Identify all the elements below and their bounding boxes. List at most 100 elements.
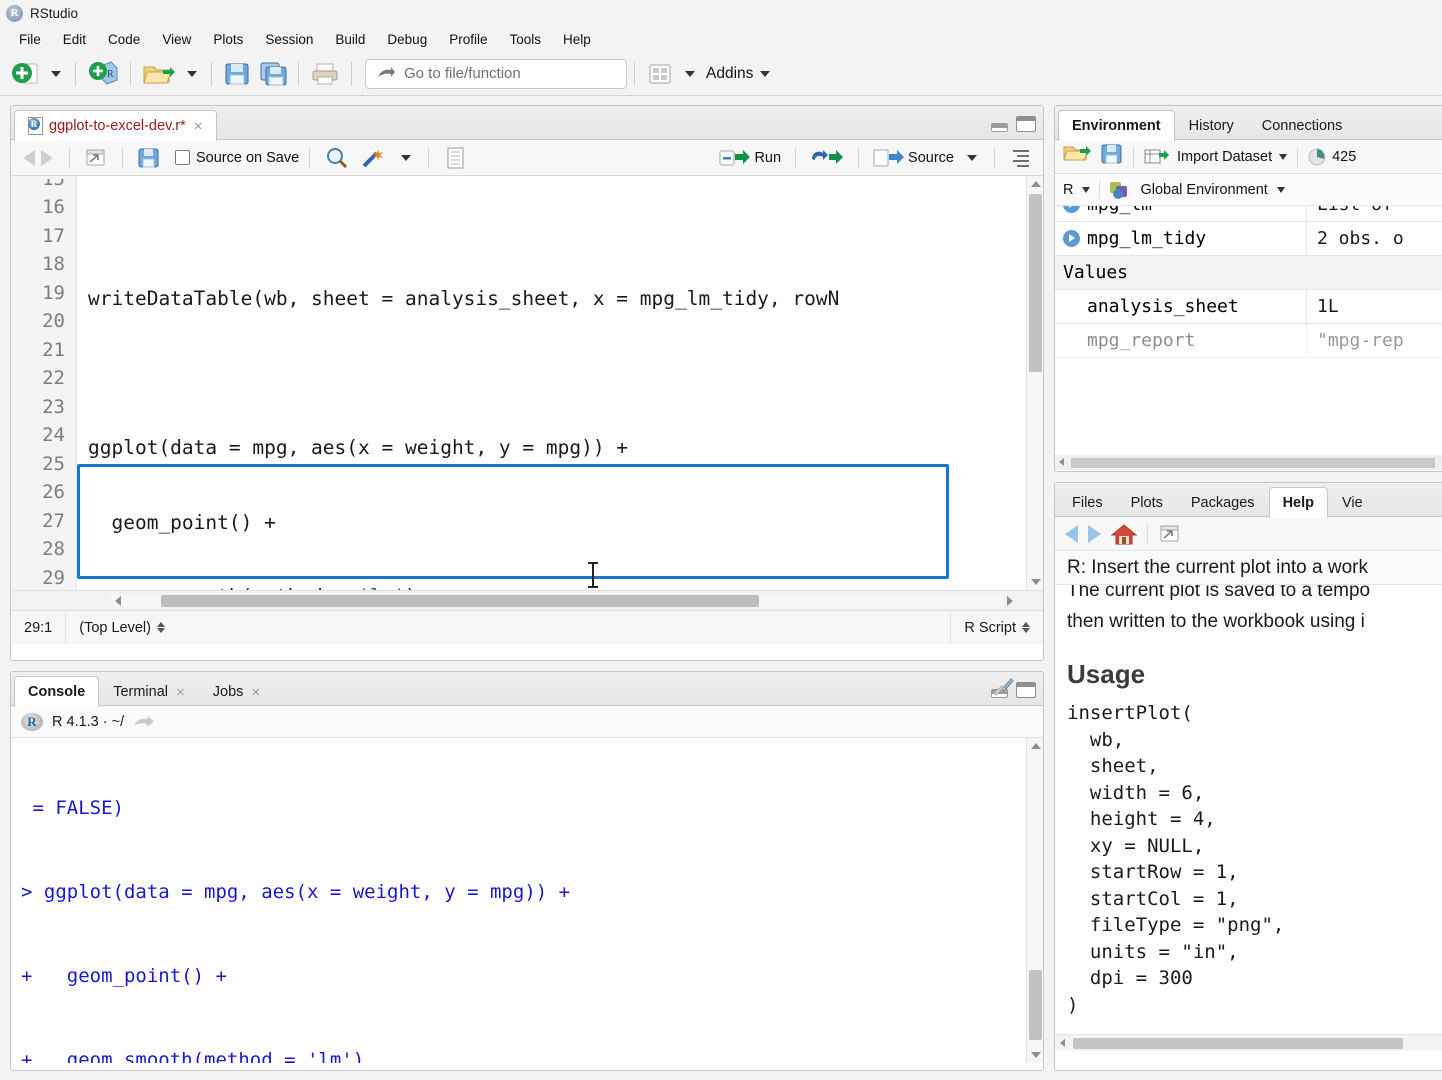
editor-horizontal-scrollbar[interactable]	[11, 590, 1043, 610]
chevron-down-icon[interactable]	[1279, 153, 1288, 160]
menu-file[interactable]: File	[8, 29, 52, 50]
menu-plots[interactable]: Plots	[202, 29, 254, 50]
row-name-cell[interactable]: mpg_report	[1055, 324, 1307, 357]
code-tools-button[interactable]	[356, 141, 392, 175]
home-icon[interactable]	[1111, 523, 1137, 545]
code-tools-dropdown-icon[interactable]	[401, 154, 412, 161]
close-icon[interactable]: ×	[251, 685, 260, 700]
load-workspace-button[interactable]	[1063, 143, 1091, 170]
chevron-down-icon[interactable]	[1276, 186, 1285, 193]
open-file-button[interactable]	[138, 57, 180, 91]
import-dataset-button[interactable]: Import Dataset	[1144, 147, 1288, 167]
row-name-cell[interactable]: analysis_sheet	[1055, 290, 1307, 323]
find-replace-button[interactable]	[320, 141, 354, 175]
rerun-button[interactable]	[806, 141, 848, 175]
row-name-cell[interactable]: mpg_lm_tidy	[1055, 222, 1307, 255]
filetype-selector[interactable]: R Script	[951, 611, 1043, 644]
scroll-up-icon[interactable]	[1031, 181, 1041, 187]
save-workspace-button[interactable]	[1101, 144, 1123, 170]
tab-packages[interactable]: Packages	[1177, 487, 1269, 518]
scrollbar-thumb[interactable]	[1071, 458, 1435, 468]
scrollbar-thumb[interactable]	[1073, 1038, 1403, 1049]
goto-directory-icon[interactable]	[133, 714, 155, 730]
tab-files[interactable]: Files	[1058, 487, 1117, 518]
table-row[interactable]: mpg_lm_tidy 2 obs. o	[1055, 222, 1442, 256]
help-horizontal-scrollbar[interactable]	[1055, 1034, 1442, 1051]
code-lines[interactable]: writeDataTable(wb, sheet = analysis_shee…	[77, 176, 1043, 590]
forward-arrow-icon[interactable]	[41, 149, 53, 166]
scroll-down-icon[interactable]	[1031, 1052, 1041, 1058]
environment-horizontal-scrollbar[interactable]	[1055, 455, 1442, 470]
expand-icon[interactable]	[1063, 206, 1080, 213]
source-on-save-checkbox[interactable]: Source on Save	[175, 150, 299, 166]
scroll-left-icon[interactable]	[1060, 1039, 1065, 1047]
menu-profile[interactable]: Profile	[438, 29, 498, 50]
table-row[interactable]: mpg_report "mpg-rep	[1055, 324, 1442, 358]
print-button[interactable]	[306, 57, 344, 91]
close-icon[interactable]: ×	[176, 685, 185, 700]
row-name-cell[interactable]: mpg_lm	[1055, 206, 1307, 221]
editor-vertical-scrollbar[interactable]	[1026, 176, 1043, 590]
table-row[interactable]: mpg_lm List of	[1055, 206, 1442, 222]
menu-debug[interactable]: Debug	[376, 29, 438, 50]
code-editor[interactable]: 15 16 17 18 19 20 21 22 23 24 25 26 27 2…	[11, 176, 1043, 590]
back-arrow-icon[interactable]	[1065, 524, 1078, 543]
language-selector-label[interactable]: R	[1063, 182, 1073, 198]
memory-usage-button[interactable]: 425	[1308, 148, 1356, 166]
chevron-down-icon[interactable]	[1082, 186, 1091, 193]
menu-session[interactable]: Session	[254, 29, 324, 50]
menu-view[interactable]: View	[151, 29, 202, 50]
save-document-button[interactable]	[133, 141, 165, 175]
new-file-dropdown-icon[interactable]	[51, 70, 61, 77]
console-vertical-scrollbar[interactable]	[1026, 738, 1043, 1063]
clear-console-broom-icon[interactable]	[993, 678, 1015, 696]
save-button[interactable]	[219, 57, 255, 91]
source-dropdown-icon[interactable]	[967, 154, 977, 161]
new-project-button[interactable]: R	[83, 57, 123, 91]
menu-edit[interactable]: Edit	[52, 29, 97, 50]
tab-environment[interactable]: Environment	[1058, 110, 1175, 141]
show-in-new-window-button[interactable]	[80, 141, 112, 175]
environment-table[interactable]: mpg_lm List of mpg_lm_tidy 2 obs. o Valu…	[1055, 206, 1442, 470]
tab-console[interactable]: Console	[14, 676, 100, 707]
close-icon[interactable]: ×	[194, 119, 203, 134]
expand-icon[interactable]	[1063, 230, 1080, 247]
save-all-button[interactable]	[255, 57, 291, 91]
menu-tools[interactable]: Tools	[498, 29, 552, 50]
tab-connections[interactable]: Connections	[1248, 110, 1357, 141]
scroll-right-icon[interactable]	[1007, 595, 1013, 606]
open-file-dropdown-icon[interactable]	[187, 70, 197, 77]
console-output[interactable]: = FALSE) > ggplot(data = mpg, aes(x = we…	[11, 738, 1043, 1063]
show-in-new-window-icon[interactable]	[1158, 523, 1182, 545]
scrollbar-thumb[interactable]	[161, 594, 759, 607]
tab-plots[interactable]: Plots	[1117, 487, 1177, 518]
workspace-panes-button[interactable]	[642, 57, 678, 91]
new-file-button[interactable]	[6, 57, 44, 91]
source-button[interactable]: Source	[869, 141, 958, 175]
menu-build[interactable]: Build	[324, 29, 376, 50]
menu-code[interactable]: Code	[97, 29, 151, 50]
forward-arrow-icon[interactable]	[1088, 524, 1101, 543]
global-environment-label[interactable]: Global Environment	[1140, 182, 1267, 198]
source-tab-ggplot-to-excel-dev[interactable]: ggplot-to-excel-dev.r* ×	[14, 110, 217, 141]
run-button[interactable]: Run	[715, 141, 785, 175]
document-outline-button[interactable]	[1005, 141, 1037, 175]
addins-dropdown-icon[interactable]	[760, 70, 771, 77]
table-row[interactable]: analysis_sheet 1L	[1055, 290, 1442, 324]
tab-terminal[interactable]: Terminal ×	[99, 676, 199, 707]
help-content[interactable]: The current plot is saved to a tempo the…	[1055, 585, 1442, 1051]
menu-help[interactable]: Help	[552, 29, 602, 50]
tab-help[interactable]: Help	[1268, 487, 1328, 518]
tab-history[interactable]: History	[1175, 110, 1248, 141]
scroll-left-icon[interactable]	[115, 595, 121, 606]
back-arrow-icon[interactable]	[23, 149, 35, 166]
scrollbar-thumb[interactable]	[1029, 194, 1042, 372]
scroll-left-icon[interactable]	[1059, 458, 1064, 466]
scroll-down-icon[interactable]	[1031, 579, 1041, 585]
compile-report-button[interactable]	[439, 141, 471, 175]
panes-dropdown-icon[interactable]	[685, 70, 695, 77]
tab-jobs[interactable]: Jobs ×	[199, 676, 274, 707]
maximize-pane-button[interactable]	[1016, 116, 1036, 132]
addins-button[interactable]: Addins	[706, 65, 753, 83]
tab-viewer[interactable]: Vie	[1328, 487, 1377, 518]
